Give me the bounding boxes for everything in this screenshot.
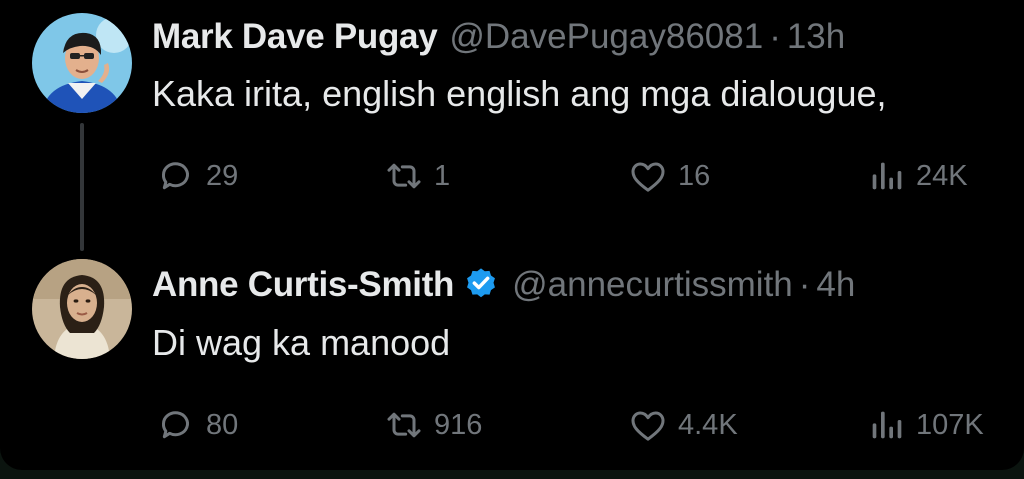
timestamp[interactable]: 13h bbox=[787, 16, 845, 58]
reply-count: 29 bbox=[206, 159, 239, 192]
views-chart-icon bbox=[866, 156, 906, 196]
tweet-text: Di wag ka manood bbox=[152, 322, 451, 363]
avatar[interactable] bbox=[32, 13, 132, 113]
separator-dot: · bbox=[769, 17, 781, 56]
retweet-icon bbox=[384, 156, 424, 196]
views-count: 24K bbox=[916, 159, 968, 192]
separator-dot: · bbox=[798, 265, 811, 304]
retweet-button[interactable]: 916 bbox=[384, 403, 482, 447]
tweet-header: Mark Dave Pugay @DavePugay86081 · 13h bbox=[152, 16, 845, 58]
author-name[interactable]: Mark Dave Pugay bbox=[152, 16, 438, 58]
like-count: 16 bbox=[678, 159, 711, 192]
tweet-actions: 80 916 4.4K 107K bbox=[0, 403, 1024, 447]
timestamp[interactable]: 4h bbox=[816, 264, 855, 306]
verified-badge-icon bbox=[462, 266, 500, 304]
like-button[interactable]: 4.4K bbox=[628, 403, 738, 447]
heart-icon bbox=[628, 405, 668, 445]
retweet-count: 916 bbox=[434, 408, 483, 441]
reply-icon bbox=[156, 405, 196, 445]
retweet-icon bbox=[384, 405, 424, 445]
tweet-header: Anne Curtis-Smith @annecurtissmith · 4h bbox=[152, 264, 855, 306]
avatar[interactable] bbox=[32, 259, 132, 359]
reply-button[interactable]: 80 bbox=[156, 403, 238, 447]
views-chart-icon bbox=[866, 405, 906, 445]
views-button[interactable]: 24K bbox=[866, 154, 968, 198]
author-handle[interactable]: @DavePugay86081 bbox=[449, 16, 763, 58]
retweet-count: 1 bbox=[434, 159, 451, 192]
heart-icon bbox=[628, 156, 668, 196]
tweet-text: Kaka irita, english english ang mga dial… bbox=[152, 73, 887, 114]
tweet-actions: 29 1 16 24K bbox=[0, 154, 1024, 198]
reply-thread-card: Mark Dave Pugay @DavePugay86081 · 13h Ka… bbox=[0, 0, 1024, 470]
like-count: 4.4K bbox=[678, 408, 738, 441]
views-count: 107K bbox=[916, 408, 984, 441]
retweet-button[interactable]: 1 bbox=[384, 154, 450, 198]
author-handle[interactable]: @annecurtissmith bbox=[512, 264, 793, 306]
reply-count: 80 bbox=[206, 408, 239, 441]
reply-button[interactable]: 29 bbox=[156, 154, 238, 198]
views-button[interactable]: 107K bbox=[866, 403, 984, 447]
author-name[interactable]: Anne Curtis-Smith bbox=[152, 264, 454, 306]
reply-icon bbox=[156, 156, 196, 196]
like-button[interactable]: 16 bbox=[628, 154, 710, 198]
